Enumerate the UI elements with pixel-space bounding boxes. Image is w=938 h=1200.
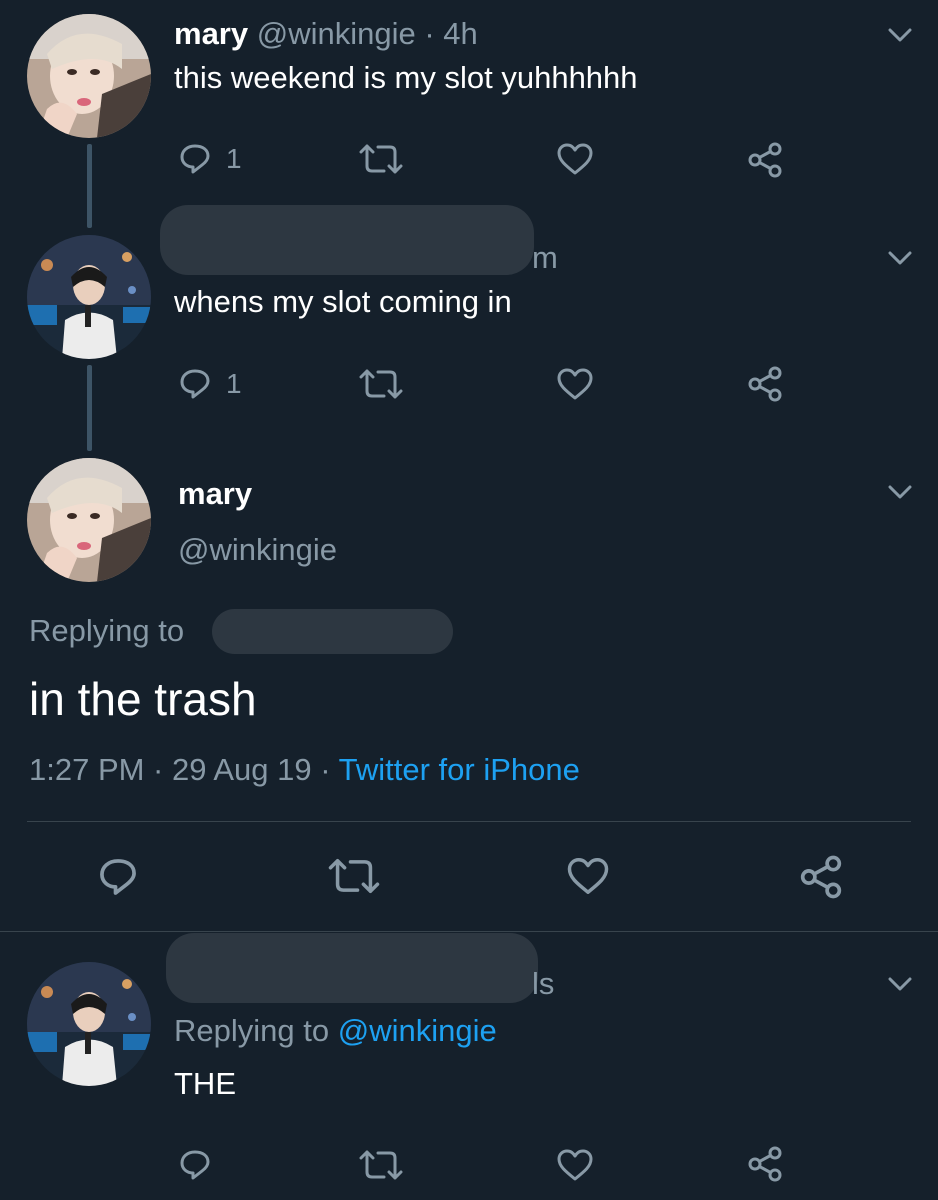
share-button[interactable] bbox=[748, 142, 782, 178]
avatar-other-user[interactable] bbox=[27, 962, 151, 1086]
chevron-down-icon[interactable] bbox=[887, 26, 913, 44]
reply-button[interactable]: 1 bbox=[178, 367, 242, 401]
like-icon bbox=[557, 1149, 593, 1181]
reply-icon bbox=[100, 859, 136, 895]
like-icon bbox=[557, 143, 593, 175]
reply-button[interactable] bbox=[178, 1148, 212, 1182]
retweet-icon bbox=[359, 1150, 403, 1180]
reply-button[interactable]: 1 bbox=[178, 142, 242, 176]
reply-icon bbox=[180, 144, 210, 174]
share-icon bbox=[800, 855, 842, 899]
like-button[interactable] bbox=[566, 856, 610, 896]
divider bbox=[0, 931, 938, 932]
tweet-text: this weekend is my slot yuhhhhhh bbox=[174, 60, 638, 95]
share-button[interactable] bbox=[800, 855, 842, 899]
thread-line bbox=[87, 144, 92, 228]
share-icon bbox=[748, 142, 782, 178]
author-name-tail: m bbox=[532, 240, 558, 275]
divider bbox=[27, 821, 911, 822]
chevron-down-icon[interactable] bbox=[887, 483, 913, 501]
author-name[interactable]: mary bbox=[178, 476, 252, 512]
reply-icon bbox=[180, 1150, 210, 1180]
replying-to-label: Replying to bbox=[29, 613, 185, 648]
retweet-button[interactable] bbox=[358, 142, 404, 176]
share-button[interactable] bbox=[748, 366, 782, 402]
redacted-name bbox=[166, 933, 538, 1003]
share-button[interactable] bbox=[748, 1146, 782, 1182]
tweet-text: in the trash bbox=[29, 673, 257, 725]
like-button[interactable] bbox=[556, 1148, 594, 1182]
retweet-button[interactable] bbox=[327, 856, 381, 896]
avatar-other-user[interactable] bbox=[27, 235, 151, 359]
tweet-timestamp: 1:27 PM · 29 Aug 19 · bbox=[29, 752, 339, 787]
author-name[interactable]: mary bbox=[174, 16, 248, 51]
author-handle[interactable]: @winkingie bbox=[257, 16, 416, 51]
redacted-name bbox=[160, 205, 534, 275]
share-icon bbox=[748, 366, 782, 402]
retweet-icon bbox=[359, 369, 403, 399]
retweet-icon bbox=[328, 858, 380, 894]
chevron-down-icon[interactable] bbox=[887, 249, 913, 267]
replying-to-handle[interactable]: @winkingie bbox=[338, 1013, 497, 1048]
reply-icon bbox=[180, 369, 210, 399]
thread-line bbox=[87, 365, 92, 451]
avatar-mary[interactable] bbox=[27, 14, 151, 138]
share-icon bbox=[748, 1146, 782, 1182]
reply-count: 1 bbox=[226, 143, 242, 174]
retweet-icon bbox=[359, 144, 403, 174]
tweet-source-link[interactable]: Twitter for iPhone bbox=[339, 752, 580, 787]
tweet-text: whens my slot coming in bbox=[174, 284, 512, 319]
retweet-button[interactable] bbox=[358, 367, 404, 401]
like-button[interactable] bbox=[556, 367, 594, 401]
reply-button[interactable] bbox=[97, 856, 139, 898]
redacted-handle bbox=[212, 609, 453, 654]
avatar-mary[interactable] bbox=[27, 458, 151, 582]
replying-to-label: Replying to bbox=[174, 1013, 330, 1048]
author-name-tail: ls bbox=[532, 966, 555, 1001]
tweet-text: THE bbox=[174, 1066, 236, 1101]
author-handle[interactable]: @winkingie bbox=[178, 532, 337, 568]
chevron-down-icon[interactable] bbox=[887, 975, 913, 993]
like-icon bbox=[567, 858, 609, 894]
retweet-button[interactable] bbox=[358, 1148, 404, 1182]
timestamp[interactable]: · 4h bbox=[424, 16, 477, 51]
like-icon bbox=[557, 368, 593, 400]
like-button[interactable] bbox=[556, 142, 594, 176]
reply-count: 1 bbox=[226, 368, 242, 399]
